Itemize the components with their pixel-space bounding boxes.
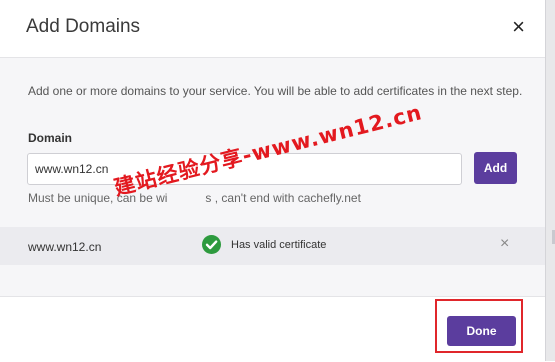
- domain-list-item: www.wn12.cn Has valid certificate ×: [0, 227, 545, 265]
- domain-name: www.wn12.cn: [28, 240, 102, 254]
- description-text: Add one or more domains to your service.…: [28, 84, 523, 98]
- domain-label: Domain: [28, 131, 73, 145]
- hint-text-end: s , can't end with cachefly.net: [205, 191, 361, 205]
- dialog-body: Add one or more domains to your service.…: [0, 58, 545, 296]
- dialog-footer: Done: [0, 296, 545, 362]
- add-domains-dialog: Add Domains × Add one or more domains to…: [0, 0, 545, 362]
- hint-text: Must be unique, can be wi s , can't end w…: [28, 191, 361, 205]
- certificate-status: Has valid certificate: [231, 239, 327, 251]
- remove-domain-icon[interactable]: ×: [500, 236, 509, 252]
- check-circle-icon: [202, 235, 221, 254]
- dialog-title: Add Domains: [26, 16, 141, 37]
- close-icon[interactable]: ×: [512, 13, 525, 41]
- done-button[interactable]: Done: [447, 316, 516, 346]
- add-button[interactable]: Add: [474, 152, 517, 184]
- backdrop-edge: [545, 0, 555, 361]
- backdrop-divider: [545, 0, 546, 361]
- dialog-header: Add Domains ×: [0, 0, 545, 58]
